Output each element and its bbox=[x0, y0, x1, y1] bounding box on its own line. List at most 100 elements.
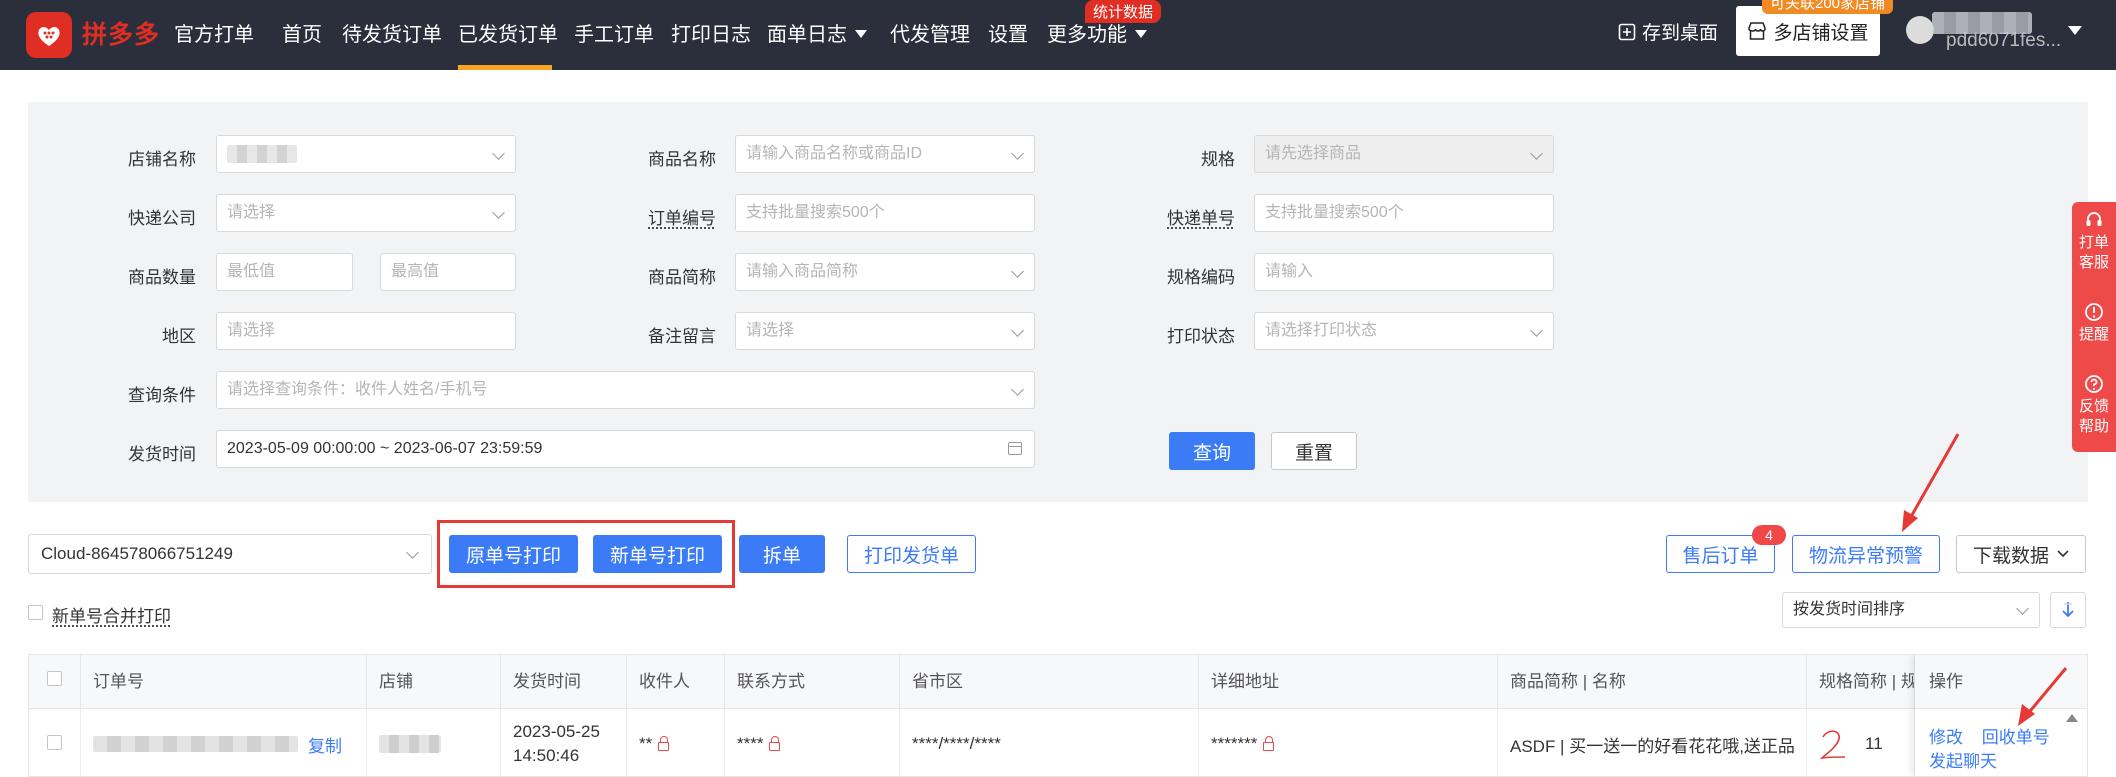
col-ship-time: 发货时间 bbox=[501, 655, 627, 709]
select-all-cell bbox=[29, 655, 81, 709]
sort-direction-button[interactable] bbox=[2050, 592, 2086, 628]
print-invoice-button[interactable]: 打印发货单 bbox=[847, 535, 976, 573]
nav-home[interactable]: 首页 bbox=[282, 18, 322, 47]
chevron-down-icon bbox=[1530, 147, 1543, 160]
col-spec: 规格简称 | 规 bbox=[1807, 655, 1915, 709]
start-chat-link[interactable]: 发起聊天 bbox=[1929, 752, 1997, 771]
table-row-contact: **** bbox=[725, 709, 900, 776]
col-address: 详细地址 bbox=[1199, 655, 1498, 709]
spec-select: 请先选择商品 bbox=[1254, 135, 1554, 173]
short-name-select[interactable]: 请输入商品简称 bbox=[735, 253, 1035, 291]
ship-time-value: 2023-05-09 00:00:00 ~ 2023-06-07 23:59:5… bbox=[227, 440, 543, 457]
original-number-print-button[interactable]: 原单号打印 bbox=[449, 535, 578, 573]
nav-pending-orders[interactable]: 待发货订单 bbox=[342, 18, 442, 47]
query-condition-select[interactable]: 请选择查询条件：收件人姓名/手机号 bbox=[216, 371, 1035, 409]
split-order-button[interactable]: 拆单 bbox=[739, 535, 825, 573]
logistics-alert-button[interactable]: 物流异常预警 bbox=[1792, 535, 1940, 573]
table-row-ship-time: 2023-05-25 14:50:46 bbox=[501, 709, 627, 776]
merge-print-label[interactable]: 新单号合并打印 bbox=[52, 602, 171, 627]
reset-button[interactable]: 重置 bbox=[1271, 432, 1357, 470]
spec-qty: 11 bbox=[1865, 734, 1883, 753]
shop-name-select[interactable] bbox=[216, 135, 516, 173]
region-placeholder: 请选择 bbox=[227, 322, 276, 339]
remark-select[interactable]: 请选择 bbox=[735, 312, 1035, 350]
print-status-select[interactable]: 请选择打印状态 bbox=[1254, 312, 1554, 350]
nav-waybill-log[interactable]: 面单日志 bbox=[767, 18, 867, 47]
table-header: 订单号 店铺 发货时间 收件人 联系方式 省市区 详细地址 商品简称 | 名称 … bbox=[29, 655, 2087, 709]
filter-panel: 店铺名称 商品名称 请输入商品名称或商品ID 规格 请先选择商品 快递公司 请选… bbox=[28, 102, 2088, 502]
service-label-2: 客服 bbox=[2078, 254, 2109, 271]
lock-icon[interactable] bbox=[769, 735, 781, 751]
stats-badge[interactable]: 统计数据 bbox=[1085, 0, 1162, 23]
nav-settings[interactable]: 设置 bbox=[988, 18, 1028, 47]
shop-name-redaction bbox=[227, 145, 297, 163]
product-name-select[interactable]: 请输入商品名称或商品ID bbox=[735, 135, 1035, 173]
ops-row-1: 修改 回收单号 bbox=[1929, 723, 2050, 748]
query-button[interactable]: 查询 bbox=[1169, 432, 1255, 470]
chevron-down-icon bbox=[1135, 30, 1147, 38]
quantity-label: 商品数量 bbox=[128, 268, 196, 287]
table-row-order-no: 复制 bbox=[81, 709, 367, 776]
spec-code-label: 规格编码 bbox=[1167, 268, 1235, 287]
top-navigation-bar: 拼多多 官方打单 首页 待发货订单 已发货订单 手工订单 打印日志 面单日志 代… bbox=[0, 0, 2116, 70]
after-sale-count-badge: 4 bbox=[1752, 525, 1786, 545]
region-select[interactable]: 请选择 bbox=[216, 312, 516, 350]
ship-time-range-picker[interactable]: 2023-05-09 00:00:00 ~ 2023-06-07 23:59:5… bbox=[216, 430, 1035, 468]
user-menu-chevron-icon[interactable] bbox=[2068, 26, 2082, 35]
spec-code-placeholder: 请输入 bbox=[1265, 263, 1314, 280]
short-name-placeholder: 请输入商品简称 bbox=[746, 263, 859, 280]
row-select-cell bbox=[29, 709, 81, 776]
save-to-desktop-button[interactable]: 存到桌面 bbox=[1618, 18, 1718, 45]
chevron-down-icon bbox=[406, 546, 419, 559]
nav-shipped-orders[interactable]: 已发货订单 bbox=[458, 18, 558, 47]
tracking-no-placeholder: 支持批量搜索500个 bbox=[1265, 204, 1404, 221]
product-name-label: 商品名称 bbox=[648, 150, 716, 169]
avatar[interactable] bbox=[1906, 16, 1934, 44]
ship-clock: 14:50:46 bbox=[513, 746, 580, 765]
col-receiver: 收件人 bbox=[627, 655, 725, 709]
copy-link[interactable]: 复制 bbox=[308, 732, 342, 757]
new-number-print-button[interactable]: 新单号打印 bbox=[593, 535, 722, 573]
feedback-button[interactable]: 反馈 帮助 bbox=[2072, 374, 2116, 437]
quantity-max-input[interactable]: 最高值 bbox=[380, 253, 516, 291]
table-row-shop bbox=[367, 709, 501, 776]
lock-icon[interactable] bbox=[1263, 735, 1275, 751]
region-masked: ****/****/**** bbox=[912, 734, 1001, 753]
waybill-account-select[interactable]: Cloud-864578066751249 bbox=[28, 534, 432, 574]
customer-service-button[interactable]: 打单 客服 bbox=[2072, 210, 2116, 273]
courier-label: 快递公司 bbox=[128, 209, 196, 228]
lock-icon[interactable] bbox=[658, 735, 670, 751]
scroll-up-arrow-icon[interactable] bbox=[2066, 714, 2078, 722]
nav-dropship[interactable]: 代发管理 bbox=[890, 18, 970, 47]
add-square-icon bbox=[1618, 23, 1636, 40]
nav-print-log[interactable]: 打印日志 bbox=[671, 18, 751, 47]
order-no-input[interactable]: 支持批量搜索500个 bbox=[735, 194, 1035, 232]
tracking-no-input[interactable]: 支持批量搜索500个 bbox=[1254, 194, 1554, 232]
pinduoduo-logo-icon[interactable] bbox=[26, 12, 72, 58]
service-label-1: 打单 bbox=[2078, 234, 2109, 251]
product-name-placeholder: 请输入商品名称或商品ID bbox=[746, 145, 923, 162]
quantity-min-input[interactable]: 最低值 bbox=[216, 253, 353, 291]
brand-name: 拼多多 bbox=[82, 21, 161, 49]
sort-select[interactable]: 按发货时间排序 bbox=[1782, 592, 2040, 628]
courier-select[interactable]: 请选择 bbox=[216, 194, 516, 232]
edit-link[interactable]: 修改 bbox=[1929, 728, 1963, 747]
row-checkbox[interactable] bbox=[47, 735, 62, 750]
remind-button[interactable]: 提醒 bbox=[2072, 302, 2116, 345]
alert-circle-icon bbox=[2085, 303, 2103, 321]
table-row-receiver: ** bbox=[627, 709, 725, 776]
download-data-button[interactable]: 下载数据 bbox=[1956, 535, 2086, 573]
nav-manual-orders[interactable]: 手工订单 bbox=[574, 18, 654, 47]
recycle-tracking-link[interactable]: 回收单号 bbox=[1982, 728, 2050, 747]
table-row-product: ASDF | 买一送一的好看花花哦,送正品 bbox=[1498, 709, 1807, 776]
feedback-label-2: 帮助 bbox=[2078, 418, 2109, 435]
col-order-no: 订单号 bbox=[81, 655, 367, 709]
remark-placeholder: 请选择 bbox=[746, 322, 795, 339]
select-all-checkbox[interactable] bbox=[47, 671, 62, 686]
query-condition-label: 查询条件 bbox=[128, 386, 196, 405]
merge-print-checkbox[interactable] bbox=[28, 605, 43, 620]
active-nav-indicator bbox=[458, 65, 552, 70]
orders-table: 订单号 店铺 发货时间 收件人 联系方式 省市区 详细地址 商品简称 | 名称 … bbox=[28, 654, 2088, 777]
spec-code-input[interactable]: 请输入 bbox=[1254, 253, 1554, 291]
chevron-down-icon bbox=[492, 147, 505, 160]
